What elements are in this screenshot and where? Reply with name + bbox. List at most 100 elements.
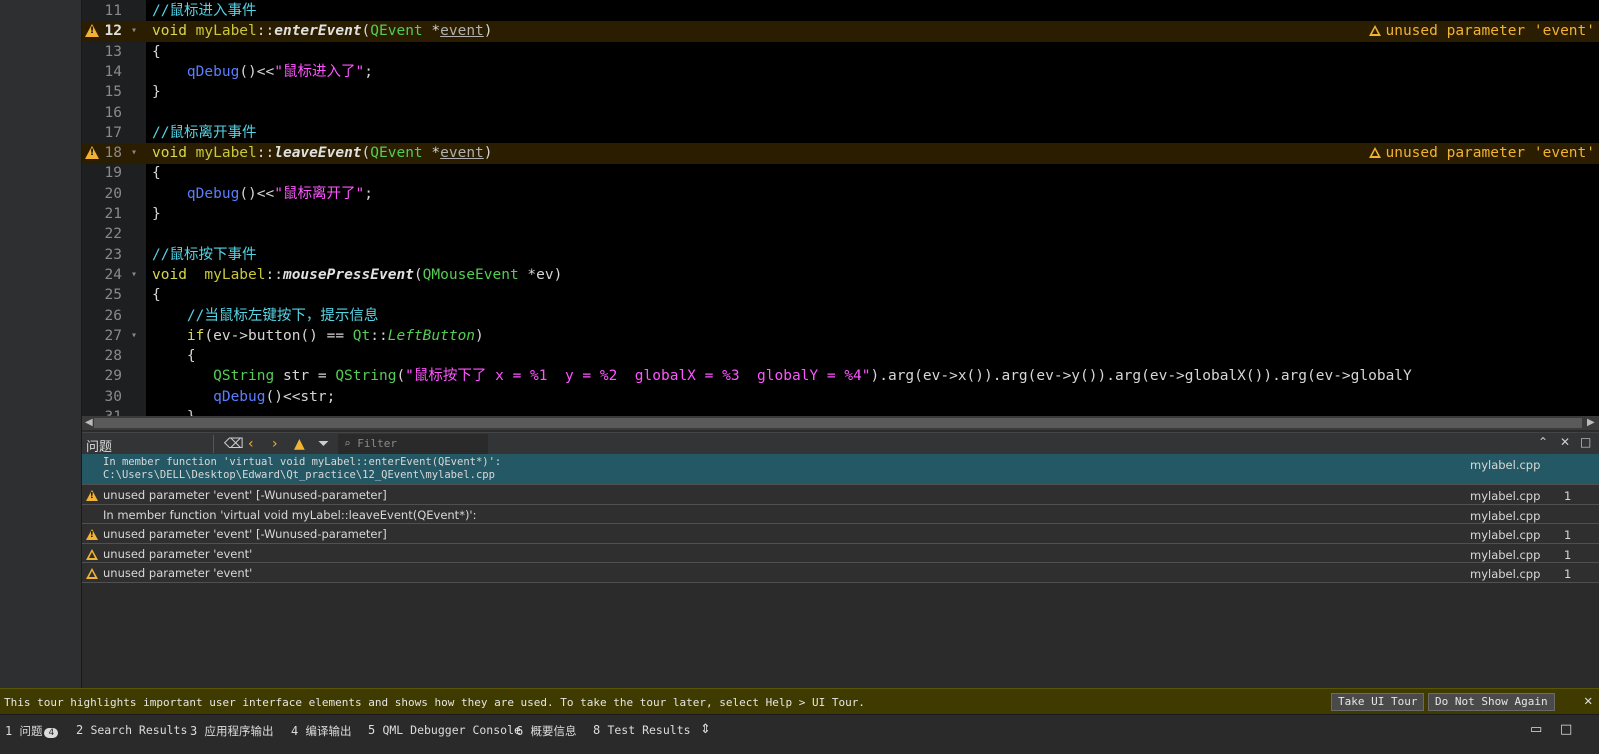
code-token: qDebug bbox=[186, 185, 240, 202]
fold-arrow-icon[interactable]: ▾ bbox=[131, 143, 137, 164]
editor-horizontal-scrollbar[interactable]: ◀ ▶ bbox=[82, 416, 1599, 430]
line-number: 28 bbox=[104, 348, 122, 365]
do-not-show-again-button[interactable]: Do Not Show Again bbox=[1428, 693, 1555, 711]
inline-warning: unused parameter 'event' bbox=[1369, 143, 1595, 164]
scrollbar-thumb[interactable] bbox=[94, 418, 1582, 428]
scroll-right-icon[interactable]: ▶ bbox=[1587, 417, 1595, 428]
line-number: 18 bbox=[104, 145, 122, 162]
warning-icon bbox=[1369, 25, 1382, 37]
code-line[interactable]: 18 ▾ void myLabel::leaveEvent(QEvent *even… bbox=[82, 143, 1599, 164]
clean-icon[interactable]: ⌫ bbox=[224, 436, 244, 452]
code-line[interactable]: 30 qDebug()<<str; bbox=[82, 387, 1599, 408]
fold-arrow-icon[interactable]: ▾ bbox=[131, 326, 137, 347]
code-line[interactable]: 16 bbox=[82, 103, 1599, 124]
updown-arrows-icon[interactable]: ⇕ bbox=[700, 722, 711, 737]
issue-row[interactable]: unused parameter 'event' [-Wunused-param… bbox=[82, 524, 1599, 544]
code-token: void bbox=[152, 266, 187, 283]
take-ui-tour-button[interactable]: Take UI Tour bbox=[1331, 693, 1425, 711]
code-line[interactable]: 19 { bbox=[82, 163, 1599, 184]
issues-list: In member function 'virtual void myLabel… bbox=[82, 454, 1599, 688]
code-token: { bbox=[152, 348, 196, 365]
code-token: *ev) bbox=[518, 266, 563, 283]
code-line[interactable]: 23 //鼠标按下事件 bbox=[82, 245, 1599, 266]
issue-row[interactable]: In member function 'virtual void myLabel… bbox=[82, 454, 1599, 485]
issue-line: 1 bbox=[1564, 567, 1572, 581]
code-token: ; bbox=[364, 185, 373, 202]
issue-row[interactable]: unused parameter 'event' mylabel.cpp 1 bbox=[82, 543, 1599, 563]
tab-number: 8 bbox=[593, 723, 608, 737]
filter-input[interactable]: ⌕ Filter bbox=[338, 434, 488, 454]
code-line[interactable]: 22 bbox=[82, 224, 1599, 245]
warning-marker-icon[interactable] bbox=[85, 24, 99, 38]
code-text: //鼠标按下事件 bbox=[152, 245, 256, 266]
code-line[interactable]: 21} bbox=[82, 204, 1599, 225]
code-text: QString str = QString("鼠标按下了 x = %1 y = … bbox=[152, 366, 1412, 387]
code-token: Qt bbox=[352, 327, 371, 344]
collapse-up-icon[interactable]: ⌃ bbox=[1538, 435, 1548, 449]
output-tab[interactable]: 2 Search Results bbox=[76, 723, 187, 737]
line-number: 16 bbox=[104, 104, 122, 121]
code-line[interactable]: 28 { bbox=[82, 346, 1599, 367]
close-pane-icon[interactable]: ✕ bbox=[1560, 435, 1570, 449]
code-line[interactable]: 15} bbox=[82, 82, 1599, 103]
issue-row[interactable]: In member function 'virtual void myLabel… bbox=[82, 504, 1599, 524]
fold-arrow-icon[interactable]: ▾ bbox=[131, 21, 137, 42]
code-line[interactable]: 24 ▾ void myLabel::mousePressEvent(QMouseE… bbox=[82, 265, 1599, 286]
line-number: 27 bbox=[104, 327, 122, 344]
issue-description: unused parameter 'event' [-Wunused-param… bbox=[103, 488, 387, 502]
code-token: { bbox=[152, 43, 161, 60]
code-token: str = bbox=[274, 368, 336, 385]
fold-arrow-icon[interactable]: ▾ bbox=[131, 265, 137, 286]
tab-number: 1 bbox=[5, 724, 20, 738]
output-tab[interactable]: 8 Test Results bbox=[593, 723, 691, 737]
code-line[interactable]: 27 ▾ if(ev->button() == Qt::LeftButton) bbox=[82, 326, 1599, 347]
close-infobar-icon[interactable]: ✕ bbox=[1584, 693, 1592, 709]
output-tab[interactable]: 3 应用程序输出 bbox=[190, 723, 273, 739]
tab-number: 5 bbox=[368, 723, 383, 737]
code-text: if(ev->button() == Qt::LeftButton) bbox=[152, 326, 484, 347]
code-token: } bbox=[152, 206, 161, 222]
warning-filter-icon[interactable]: ▲ bbox=[294, 436, 305, 452]
issue-line: 1 bbox=[1564, 528, 1572, 542]
code-token: :: bbox=[256, 23, 275, 40]
code-token: QString bbox=[213, 368, 275, 385]
code-line[interactable]: 17 //鼠标离开事件 bbox=[82, 123, 1599, 144]
code-text: qDebug()<<"鼠标进入了"; bbox=[152, 62, 373, 83]
code-token: QEvent bbox=[370, 145, 423, 162]
issue-row[interactable]: unused parameter 'event' mylabel.cpp 1 bbox=[82, 563, 1599, 583]
output-tab[interactable]: 6 概要信息 bbox=[516, 723, 576, 739]
code-line[interactable]: 12 ▾ void myLabel::enterEvent(QEvent *even… bbox=[82, 21, 1599, 42]
code-token: qDebug bbox=[213, 388, 266, 405]
code-line[interactable]: 13 { bbox=[82, 42, 1599, 63]
code-token: :: bbox=[256, 145, 275, 162]
scroll-left-icon[interactable]: ◀ bbox=[85, 417, 93, 428]
code-line[interactable]: 29 QString str = QString("鼠标按下了 x = %1 y… bbox=[82, 366, 1599, 387]
next-icon[interactable]: › bbox=[272, 436, 278, 452]
code-line[interactable]: 20 qDebug()<<"鼠标离开了"; bbox=[82, 184, 1599, 205]
code-line[interactable]: 26 //当鼠标左键按下，提示信息 bbox=[82, 306, 1599, 327]
code-text: void myLabel::enterEvent(QEvent *event) bbox=[152, 21, 493, 42]
code-token: { bbox=[152, 287, 161, 304]
toggle-output-icon[interactable]: □ bbox=[1560, 722, 1572, 737]
line-number: 15 bbox=[104, 84, 122, 101]
code-token: myLabel bbox=[195, 145, 257, 162]
output-tab[interactable]: 1 问题 4 bbox=[5, 723, 59, 739]
code-editor[interactable]: 11//鼠标进入事件12▾void myLabel::enterEvent(QE… bbox=[82, 0, 1599, 424]
toggle-sidebar-icon[interactable]: ▭ bbox=[1530, 722, 1542, 737]
code-line[interactable]: 14 qDebug()<<"鼠标进入了"; bbox=[82, 62, 1599, 83]
output-tab[interactable]: 5 QML Debugger Console bbox=[368, 723, 521, 737]
issue-row[interactable]: unused parameter 'event' [-Wunused-param… bbox=[82, 485, 1599, 505]
line-number: 20 bbox=[104, 185, 122, 202]
tab-number: 3 bbox=[190, 724, 205, 738]
filter-icon[interactable]: ⏷ bbox=[318, 436, 329, 452]
maximize-pane-icon[interactable]: □ bbox=[1580, 435, 1591, 449]
search-icon: ⌕ bbox=[344, 437, 351, 450]
code-line[interactable]: 11 //鼠标进入事件 bbox=[82, 1, 1599, 22]
previous-icon[interactable]: ‹ bbox=[248, 436, 254, 452]
code-line[interactable]: 25 { bbox=[82, 285, 1599, 306]
warning-marker-icon[interactable] bbox=[85, 146, 99, 160]
code-token: void bbox=[152, 145, 187, 162]
output-tab[interactable]: 4 编译输出 bbox=[291, 723, 351, 739]
code-text: { bbox=[152, 163, 161, 184]
ui-tour-infobar: This tour highlights important user inte… bbox=[0, 688, 1599, 714]
